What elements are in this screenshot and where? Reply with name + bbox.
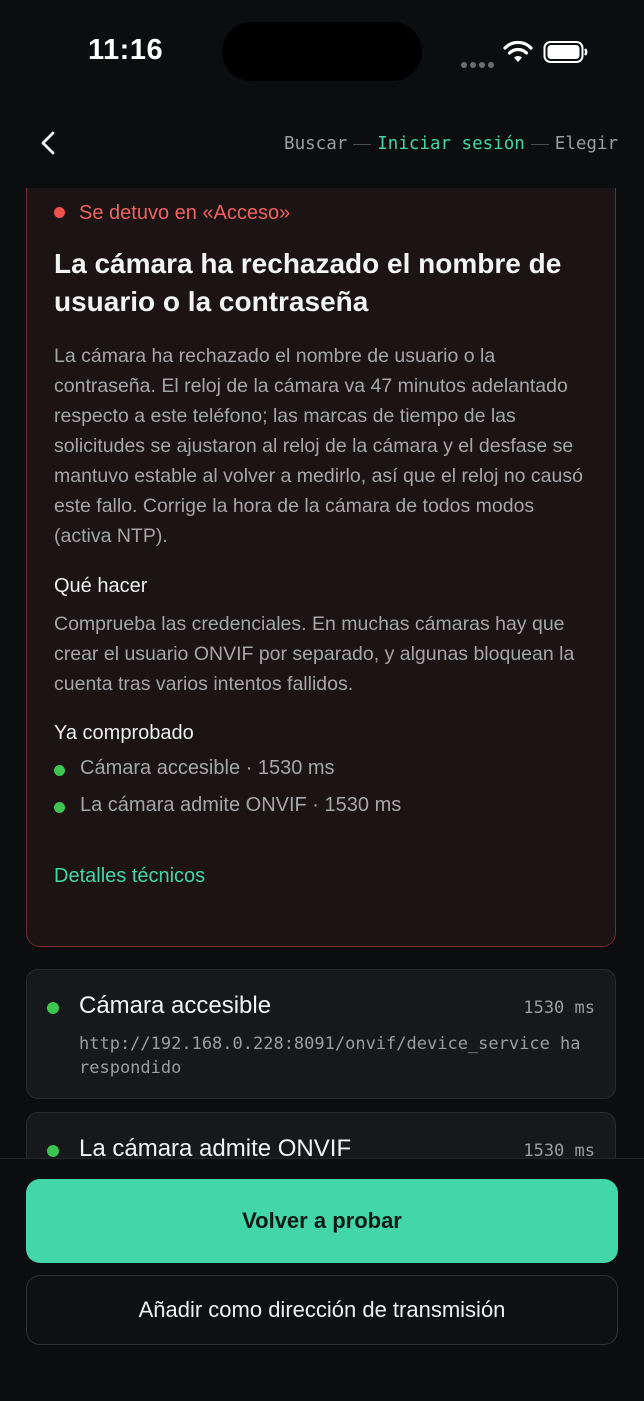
what-to-do-text: Comprueba las credenciales. En muchas cá… [54,613,575,695]
step-divider [530,143,549,145]
success-dot [47,1002,59,1014]
chevron-left-icon[interactable] [34,128,64,158]
step-card-time: 1530 ms [523,998,595,1018]
step-card-time: 1530 ms [523,1141,595,1158]
step-card-onvif[interactable]: La cámara admite ONVIF 1530 ms [26,1112,616,1158]
add-stream-address-button[interactable]: Añadir como dirección de transmisión [26,1275,618,1345]
error-status-dot [54,207,65,218]
step-card-title: Cámara accesible [79,992,272,1019]
status-bar: 11:16 [0,0,644,100]
dynamic-island [222,22,422,81]
content-scroll[interactable]: Se detuvo en «Acceso» La cámara ha recha… [0,188,644,1158]
error-title: La cámara ha rechazado el nombre de usua… [54,248,562,317]
step-divider [353,143,372,145]
success-dot [54,765,65,776]
what-to-do-heading: Qué hacer [54,575,148,597]
checked-item-label: Cámara accesible · 1530 ms [80,757,335,779]
wifi-icon [503,40,533,62]
checked-item-label: La cámara admite ONVIF · 1530 ms [80,794,402,816]
step-indicator: Buscar Iniciar sesión Elegir [284,134,618,154]
error-status: Se detuvo en «Acceso» [79,202,291,224]
cellular-signal-icon [461,55,497,73]
battery-icon [543,41,588,63]
success-dot [54,802,65,813]
error-card: Se detuvo en «Acceso» La cámara ha recha… [26,188,616,947]
checked-item: Cámara accesible · 1530 ms [54,755,594,785]
status-time: 11:16 [88,34,164,66]
step-card-reachable[interactable]: Cámara accesible 1530 ms http://192.168.… [26,969,616,1099]
nav-bar: Buscar Iniciar sesión Elegir [0,118,644,170]
success-dot [47,1145,59,1157]
retry-button[interactable]: Volver a probar [26,1179,618,1263]
step-card-description: http://192.168.0.228:8091/onvif/device_s… [79,1034,581,1078]
error-description: La cámara ha rechazado el nombre de usua… [54,345,583,547]
step-login: Iniciar sesión [377,134,525,154]
step-choose: Elegir [554,134,618,154]
already-checked-heading: Ya comprobado [54,722,194,744]
checked-item: La cámara admite ONVIF · 1530 ms [54,792,594,822]
bottom-actions: Volver a probar Añadir como dirección de… [0,1158,644,1401]
step-card-title: La cámara admite ONVIF [79,1135,352,1158]
step-search: Buscar [284,134,348,154]
technical-details-link[interactable]: Detalles técnicos [54,865,205,888]
